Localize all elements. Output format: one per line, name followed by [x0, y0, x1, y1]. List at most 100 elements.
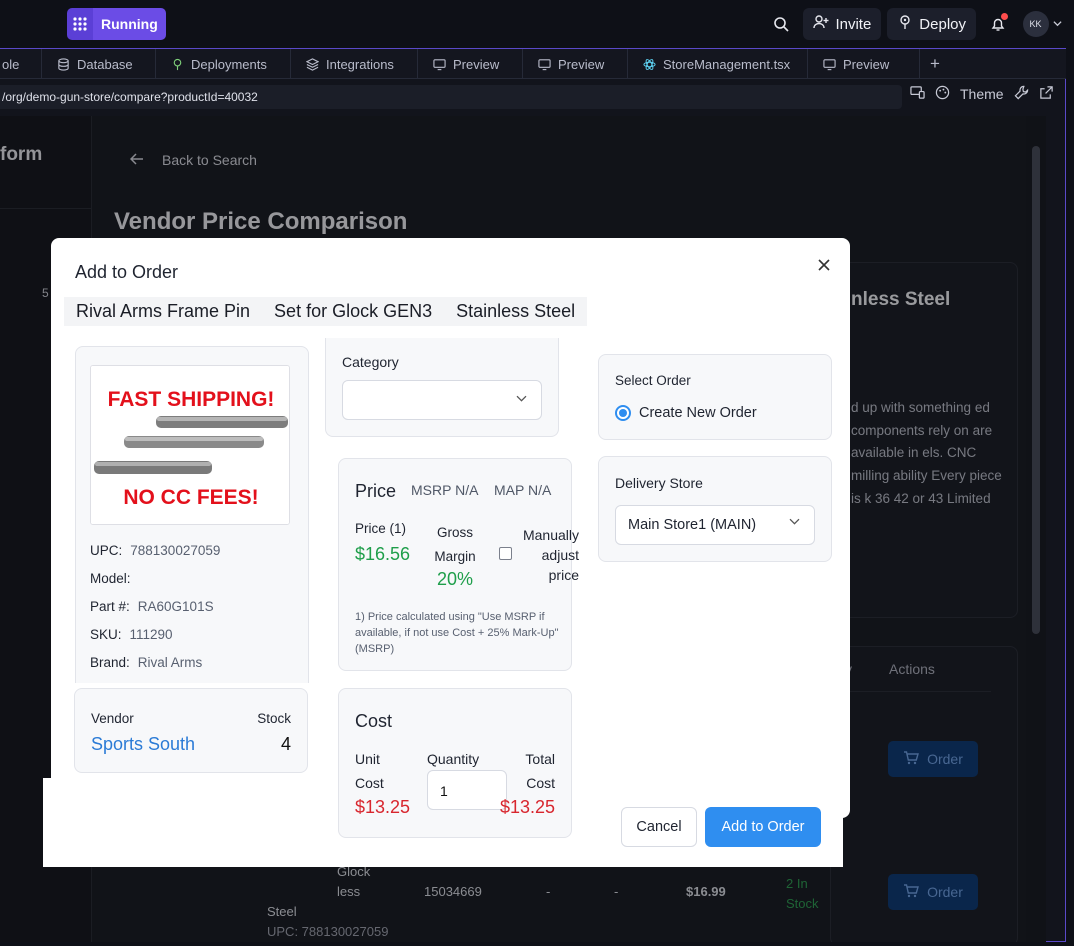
delivery-store-select[interactable]: Main Store1 (MAIN): [615, 505, 815, 545]
tab-label: StoreManagement.tsx: [663, 56, 791, 72]
delivery-store-label: Delivery Store: [615, 475, 703, 491]
tab-table[interactable]: ole: [0, 49, 42, 79]
spec-brand: Brand: Rival Arms: [90, 655, 202, 670]
tab-deployments[interactable]: Deployments: [156, 49, 291, 79]
total-cost-label: Total Cost: [525, 751, 555, 791]
deploy-label: Deploy: [919, 15, 966, 33]
app-grid-icon: [67, 8, 93, 40]
tab-storemanagement[interactable]: StoreManagement.tsx: [628, 49, 808, 79]
search-icon[interactable]: [765, 8, 797, 40]
status-label: Running: [93, 8, 166, 40]
plus-icon: +: [930, 54, 940, 73]
spec-part: Part #: RA60G101S: [90, 599, 214, 614]
deploy-button[interactable]: Deploy: [887, 8, 976, 40]
tab-integrations[interactable]: Integrations: [291, 49, 418, 79]
tab-preview-2[interactable]: Preview: [523, 49, 628, 79]
tab-label: Database: [77, 56, 133, 72]
chevron-down-icon: [1052, 15, 1062, 33]
product-details-panel: FAST SHIPPING! NO CC FEES! UPC: 788130027…: [75, 346, 309, 683]
deploy-icon: [170, 57, 184, 71]
vendor-name[interactable]: Sports South: [91, 734, 195, 755]
category-select[interactable]: [342, 380, 542, 420]
tab-database[interactable]: Database: [42, 49, 156, 79]
react-icon: [642, 57, 656, 71]
gross-margin-value: 20%: [436, 569, 474, 589]
chevron-down-icon: [789, 502, 800, 540]
manual-adjust-label: Manually adjust price: [522, 527, 579, 583]
price-heading: Price: [355, 481, 397, 501]
tab-label: Preview: [558, 56, 605, 72]
invite-button[interactable]: Invite: [803, 8, 882, 40]
tab-label: Preview: [453, 56, 500, 72]
spec-model: Model:: [90, 571, 139, 586]
price-note: 1) Price calculated using "Use MSRP if a…: [355, 611, 559, 655]
spec-value: 788130027059: [130, 543, 221, 558]
top-bar: Running Invite Deploy KK: [0, 0, 1074, 48]
tab-bar: ole Database Deployments Integrations Pr…: [0, 49, 1066, 79]
product-name-part: Rival Arms Frame Pin: [76, 301, 251, 321]
chevron-down-icon: [516, 389, 527, 407]
theme-label[interactable]: Theme: [960, 86, 1004, 102]
image-text-fees: NO CC FEES!: [123, 486, 258, 509]
vendor-label: Vendor: [91, 711, 134, 726]
monitor-icon: [432, 57, 446, 71]
tab-preview-1[interactable]: Preview: [418, 49, 523, 79]
image-text-shipping: FAST SHIPPING!: [108, 388, 275, 411]
gross-margin-label: Gross Margin: [434, 525, 476, 564]
price-panel: Price MSRP N/A MAP N/A Price (1) $16.56 …: [338, 458, 579, 671]
product-name-part: Stainless Steel: [456, 301, 576, 321]
spec-sku: SKU: 111290: [90, 627, 173, 642]
create-new-order-label[interactable]: Create New Order: [639, 405, 757, 421]
spec-label: Brand:: [90, 655, 130, 670]
spec-label: SKU:: [90, 627, 122, 642]
tab-label: ole: [2, 56, 20, 72]
spec-value: Rival Arms: [137, 655, 203, 670]
product-name: Rival Arms Frame Pin Set for Glock GEN3 …: [64, 297, 588, 326]
add-to-order-button[interactable]: Add to Order: [705, 807, 821, 847]
spec-value: RA60G101S: [137, 599, 214, 614]
add-tab-button[interactable]: +: [920, 49, 950, 79]
monitor-icon: [822, 57, 836, 71]
url-field[interactable]: /org/demo-gun-store/compare?productId=40…: [0, 85, 902, 109]
quantity-label: Quantity: [427, 751, 480, 767]
category-panel: Category: [325, 338, 559, 437]
devices-icon[interactable]: [910, 85, 925, 103]
project-status[interactable]: Running: [67, 8, 166, 40]
map-value: MAP N/A: [494, 482, 552, 498]
spec-upc: UPC: 788130027059: [90, 543, 220, 558]
price-label: Price (1): [355, 521, 407, 536]
total-cost-value: $13.25: [499, 797, 555, 817]
monitor-icon: [537, 57, 551, 71]
create-new-order-radio[interactable]: [615, 405, 631, 421]
price-value: $16.56: [355, 544, 411, 564]
delivery-store-panel: Delivery Store Main Store1 (MAIN): [598, 456, 832, 562]
tab-label: Preview: [843, 56, 890, 72]
delivery-store-value: Main Store1 (MAIN): [628, 517, 757, 533]
spec-label: UPC:: [90, 543, 123, 558]
avatar: KK: [1022, 11, 1049, 37]
deploy-icon: [897, 14, 913, 34]
spec-label: Part #:: [90, 599, 130, 614]
account-menu[interactable]: KK: [1020, 8, 1064, 40]
layers-icon: [305, 57, 319, 71]
external-link-icon[interactable]: [1039, 85, 1054, 103]
spec-value: 111290: [129, 627, 173, 642]
invite-label: Invite: [835, 15, 872, 33]
product-image: FAST SHIPPING! NO CC FEES!: [90, 365, 290, 525]
unit-cost-label: Unit Cost: [355, 751, 384, 791]
cost-heading: Cost: [355, 711, 393, 731]
stock-value: 4: [280, 734, 291, 754]
close-icon[interactable]: [813, 254, 835, 276]
unit-cost-value: $13.25: [355, 797, 411, 817]
msrp-value: MSRP N/A: [411, 482, 479, 498]
add-user-icon: [813, 14, 829, 34]
palette-icon[interactable]: [935, 85, 950, 103]
quantity-input[interactable]: 1: [427, 770, 507, 810]
dialog-title: Add to Order: [75, 262, 179, 282]
select-order-label: Select Order: [615, 373, 691, 388]
category-label: Category: [342, 354, 399, 370]
bell-icon[interactable]: [982, 8, 1014, 40]
cancel-button[interactable]: Cancel: [621, 807, 697, 847]
tab-preview-3[interactable]: Preview: [808, 49, 920, 79]
wrench-icon[interactable]: [1014, 85, 1029, 103]
